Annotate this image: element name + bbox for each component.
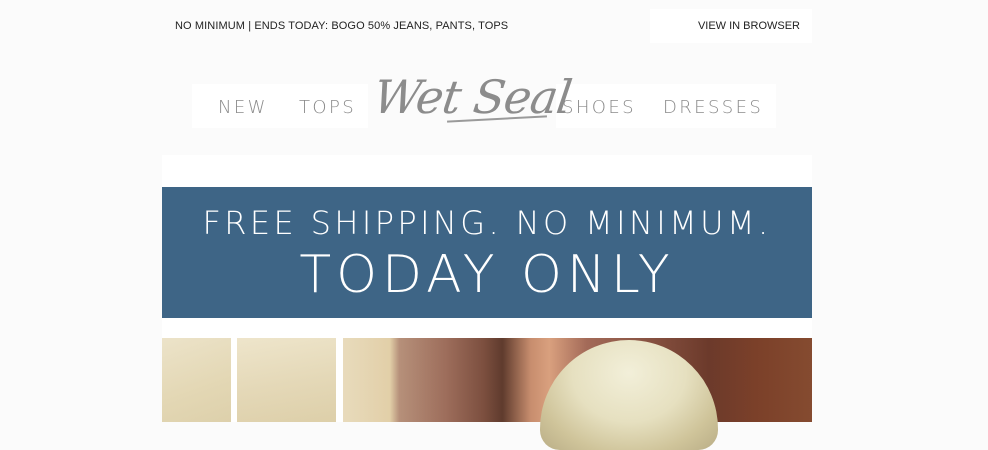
- nav-item-new[interactable]: NEW: [218, 97, 268, 118]
- banner-headline: FREE SHIPPING. NO MINIMUM.: [202, 204, 772, 242]
- preheader: NO MINIMUM | ENDS TODAY: BOGO 50% JEANS,…: [162, 9, 812, 43]
- view-in-browser-link[interactable]: VIEW IN BROWSER: [698, 20, 800, 32]
- photo-left-panel[interactable]: [162, 338, 231, 422]
- spacer-strip: [162, 155, 812, 187]
- photo-middle-panel[interactable]: [237, 338, 336, 422]
- banner-subheadline: TODAY ONLY: [299, 245, 675, 305]
- preheader-promo-text: NO MINIMUM | ENDS TODAY: BOGO 50% JEANS,…: [175, 20, 509, 32]
- free-shipping-banner[interactable]: FREE SHIPPING. NO MINIMUM. TODAY ONLY: [162, 187, 812, 318]
- view-in-browser-box[interactable]: VIEW IN BROWSER: [650, 9, 812, 43]
- photo-divider: [336, 338, 343, 422]
- gap-strip: [162, 318, 812, 338]
- nav-item-dresses[interactable]: DRESSES: [663, 97, 763, 118]
- nav-item-shoes[interactable]: SHOES: [562, 97, 636, 118]
- nav-item-tops[interactable]: TOPS: [299, 97, 356, 118]
